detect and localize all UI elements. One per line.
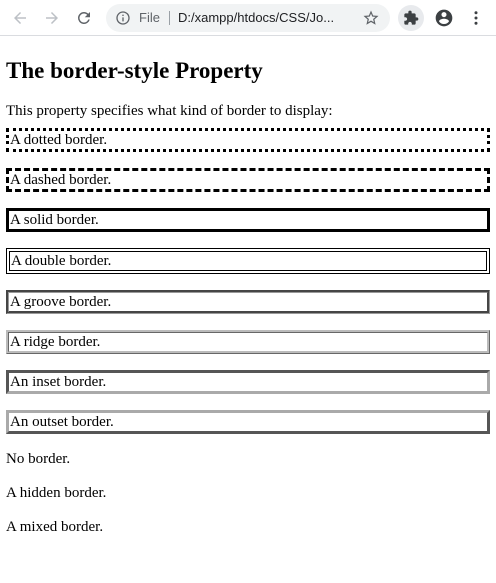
scheme-label: File xyxy=(139,10,160,25)
no-border-paragraph: No border. xyxy=(6,451,71,467)
star-icon[interactable] xyxy=(362,9,380,27)
groove-border-paragraph: A groove border. xyxy=(6,290,490,314)
inset-border-paragraph: An inset border. xyxy=(6,370,490,394)
forward-arrow-icon[interactable] xyxy=(40,6,64,30)
reload-icon[interactable] xyxy=(72,6,96,30)
puzzle-icon[interactable] xyxy=(398,5,424,31)
kebab-menu-icon[interactable] xyxy=(464,6,488,30)
mixed-border-paragraph: A mixed border. xyxy=(6,519,104,535)
page-title: The border-style Property xyxy=(6,58,263,83)
omnibox-divider xyxy=(169,11,170,25)
address-bar[interactable]: File D:/xampp/htdocs/CSS/Jo... xyxy=(106,4,390,32)
info-icon[interactable] xyxy=(115,10,131,26)
intro-text: This property specifies what kind of bor… xyxy=(6,103,333,119)
double-border-paragraph: A double border. xyxy=(6,248,490,274)
page-content: The border-style Property This property … xyxy=(6,36,490,536)
dashed-border-paragraph: A dashed border. xyxy=(6,168,490,192)
outset-border-paragraph: An outset border. xyxy=(6,410,490,434)
dotted-border-paragraph: A dotted border. xyxy=(6,128,490,152)
browser-toolbar: File D:/xampp/htdocs/CSS/Jo... xyxy=(0,0,496,36)
solid-border-paragraph: A solid border. xyxy=(6,208,490,232)
profile-icon[interactable] xyxy=(432,6,456,30)
hidden-border-paragraph: A hidden border. xyxy=(6,485,107,501)
ridge-border-paragraph: A ridge border. xyxy=(6,330,490,354)
back-arrow-icon[interactable] xyxy=(8,6,32,30)
url-text[interactable]: D:/xampp/htdocs/CSS/Jo... xyxy=(178,10,354,26)
